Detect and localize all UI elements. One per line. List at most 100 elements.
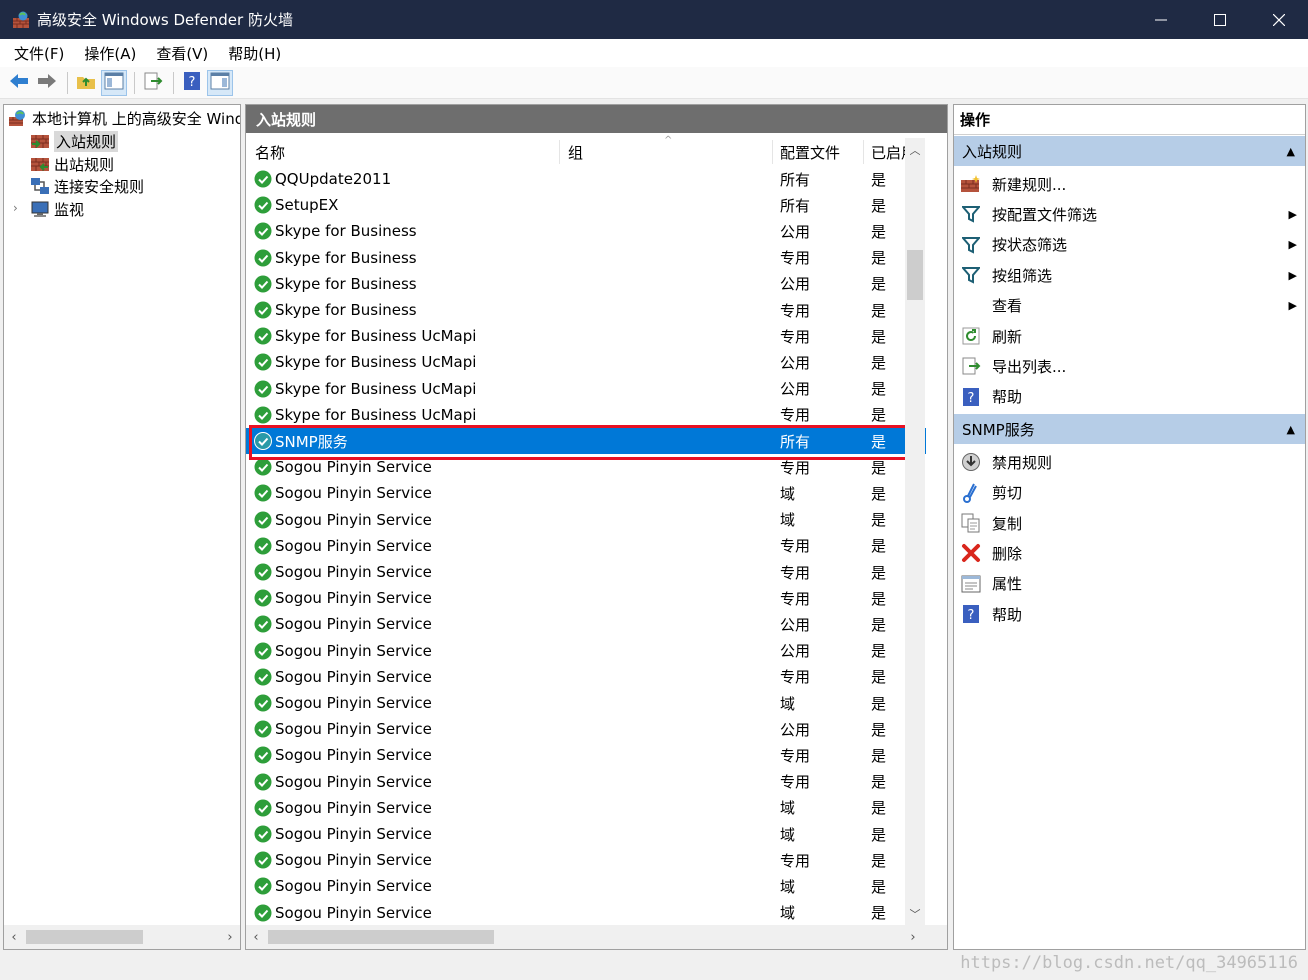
maximize-button[interactable]	[1190, 0, 1249, 39]
column-divider[interactable]	[863, 140, 864, 164]
table-row[interactable]: Skype for Business 专用 是	[246, 297, 926, 323]
action-item[interactable]: 导出列表...	[954, 351, 1305, 381]
table-row[interactable]: Skype for Business 公用 是	[246, 271, 926, 297]
action-item[interactable]: 禁用规则	[954, 447, 1305, 477]
action-label: 删除	[992, 544, 1023, 563]
export-list-button[interactable]	[140, 70, 166, 96]
table-row[interactable]: Sogou Pinyin Service 域 是	[246, 690, 926, 716]
minimize-button[interactable]	[1131, 0, 1190, 39]
table-row[interactable]: Skype for Business UcMapi 公用 是	[246, 376, 926, 402]
table-row[interactable]: Sogou Pinyin Service 域 是	[246, 480, 926, 506]
action-section-header[interactable]: 入站规则 ▲	[954, 136, 1305, 166]
scroll-down-icon[interactable]: ﹀	[905, 906, 925, 922]
action-item[interactable]: ? 帮助	[954, 599, 1305, 629]
column-divider[interactable]	[772, 140, 773, 164]
table-row[interactable]: Skype for Business 专用 是	[246, 245, 926, 271]
menu-view[interactable]: 查看(V)	[148, 43, 216, 64]
rule-profile: 专用	[780, 406, 811, 425]
help-button[interactable]: ?	[179, 70, 205, 96]
back-button[interactable]	[6, 70, 32, 96]
action-item[interactable]: 删除	[954, 538, 1305, 568]
table-row[interactable]: QQUpdate2011 所有 是	[246, 166, 926, 192]
column-header-name[interactable]: 名称	[255, 138, 285, 166]
submenu-arrow-icon: ▶	[1288, 207, 1297, 221]
rules-vertical-scrollbar[interactable]: ︿ ﹀	[905, 138, 925, 926]
table-row[interactable]: Skype for Business 公用 是	[246, 218, 926, 244]
action-item[interactable]: 复制	[954, 508, 1305, 538]
table-row[interactable]: Sogou Pinyin Service 专用 是	[246, 742, 926, 768]
table-row[interactable]: Skype for Business UcMapi 专用 是	[246, 323, 926, 349]
action-label: 禁用规则	[992, 453, 1053, 472]
action-item[interactable]: 刷新	[954, 321, 1305, 351]
action-item[interactable]: 剪切	[954, 478, 1305, 508]
table-row[interactable]: Sogou Pinyin Service 专用 是	[246, 559, 926, 585]
up-folder-button[interactable]	[73, 70, 99, 96]
tree-root[interactable]: 本地计算机 上的高级安全 Windows Defender 防火墙	[8, 107, 240, 129]
table-row[interactable]: SetupEX 所有 是	[246, 192, 926, 218]
table-row[interactable]: Sogou Pinyin Service 域 是	[246, 507, 926, 533]
forward-button[interactable]	[34, 70, 60, 96]
tree-expander-monitor[interactable]: ›	[13, 201, 18, 215]
rule-name: Sogou Pinyin Service	[275, 536, 432, 555]
action-item[interactable]: 新建规则...	[954, 169, 1305, 199]
table-row[interactable]: Skype for Business UcMapi 公用 是	[246, 349, 926, 375]
table-row[interactable]: Sogou Pinyin Service 域 是	[246, 821, 926, 847]
show-hide-tree-button[interactable]	[101, 69, 127, 96]
action-item[interactable]: 属性	[954, 569, 1305, 599]
collapse-up-icon[interactable]: ▲	[1287, 423, 1295, 436]
table-row[interactable]: Sogou Pinyin Service 域 是	[246, 795, 926, 821]
collapse-up-icon[interactable]: ▲	[1287, 145, 1295, 158]
rules-horizontal-scrollbar[interactable]: ‹ ›	[246, 925, 947, 949]
table-row[interactable]: SNMP服务 所有 是	[246, 428, 926, 454]
scrollbar-thumb[interactable]	[268, 930, 494, 944]
column-divider[interactable]	[559, 140, 560, 164]
tree-item-monitor[interactable]: 监视	[30, 198, 84, 220]
menu-action[interactable]: 操作(A)	[76, 43, 144, 64]
table-row[interactable]: Sogou Pinyin Service 域 是	[246, 900, 926, 926]
tree-horizontal-scrollbar[interactable]: ‹ ›	[4, 925, 240, 949]
scroll-right-icon[interactable]: ›	[903, 930, 923, 945]
scroll-right-icon[interactable]: ›	[220, 930, 240, 945]
table-row[interactable]: Sogou Pinyin Service 公用 是	[246, 611, 926, 637]
scrollbar-thumb[interactable]	[907, 250, 923, 300]
table-row[interactable]: Sogou Pinyin Service 专用 是	[246, 585, 926, 611]
close-button[interactable]	[1249, 0, 1308, 39]
menu-bar: 文件(F) 操作(A) 查看(V) 帮助(H)	[0, 39, 1308, 67]
table-row[interactable]: Sogou Pinyin Service 公用 是	[246, 638, 926, 664]
table-row[interactable]: Sogou Pinyin Service 公用 是	[246, 716, 926, 742]
scrollbar-thumb[interactable]	[26, 930, 143, 944]
actions-pane: 操作 入站规则 ▲ 新建规则... 按配置文件筛选 ▶ 按状态筛选 ▶ 按组筛选 ▶ 查看 ▶ 刷新导…	[953, 104, 1306, 950]
rule-name: Sogou Pinyin Service	[275, 615, 432, 634]
menu-file[interactable]: 文件(F)	[6, 43, 72, 64]
tree-item-label: 连接安全规则	[54, 177, 145, 196]
scroll-left-icon[interactable]: ‹	[4, 930, 24, 945]
rule-enabled-icon	[254, 249, 272, 267]
action-item[interactable]: 查看 ▶	[954, 291, 1305, 321]
table-row[interactable]: Sogou Pinyin Service 专用 是	[246, 533, 926, 559]
tree-item-connection-security-rules[interactable]: 连接安全规则	[30, 175, 144, 197]
table-row[interactable]: Sogou Pinyin Service 域 是	[246, 873, 926, 899]
table-row[interactable]: Sogou Pinyin Service 专用 是	[246, 769, 926, 795]
tree-item-inbound-rules[interactable]: 入站规则	[30, 130, 119, 152]
rule-name: Sogou Pinyin Service	[275, 772, 432, 791]
tree-item-label: 监视	[54, 200, 85, 219]
scroll-left-icon[interactable]: ‹	[246, 930, 266, 945]
show-hide-action-pane-button[interactable]	[207, 69, 233, 96]
column-header-profile[interactable]: 配置文件	[780, 138, 840, 166]
table-row[interactable]: Skype for Business UcMapi 专用 是	[246, 402, 926, 428]
table-row[interactable]: Sogou Pinyin Service 专用 是	[246, 664, 926, 690]
table-row[interactable]: Sogou Pinyin Service 专用 是	[246, 454, 926, 480]
action-section-header[interactable]: SNMP服务 ▲	[954, 414, 1305, 445]
rule-enabled-icon	[254, 694, 272, 712]
action-item[interactable]: ? 帮助	[954, 382, 1305, 412]
menu-help[interactable]: 帮助(H)	[220, 43, 289, 64]
column-header-group[interactable]: 组	[568, 138, 583, 166]
scroll-up-icon[interactable]: ︿	[905, 142, 925, 158]
action-item[interactable]: 按状态筛选 ▶	[954, 230, 1305, 260]
action-item[interactable]: 按配置文件筛选 ▶	[954, 199, 1305, 229]
rule-enabled-icon	[254, 773, 272, 791]
tree-item-outbound-rules[interactable]: 出站规则	[30, 153, 114, 175]
rule-enabled: 是	[871, 773, 887, 792]
action-item[interactable]: 按组筛选 ▶	[954, 260, 1305, 290]
table-row[interactable]: Sogou Pinyin Service 专用 是	[246, 847, 926, 873]
